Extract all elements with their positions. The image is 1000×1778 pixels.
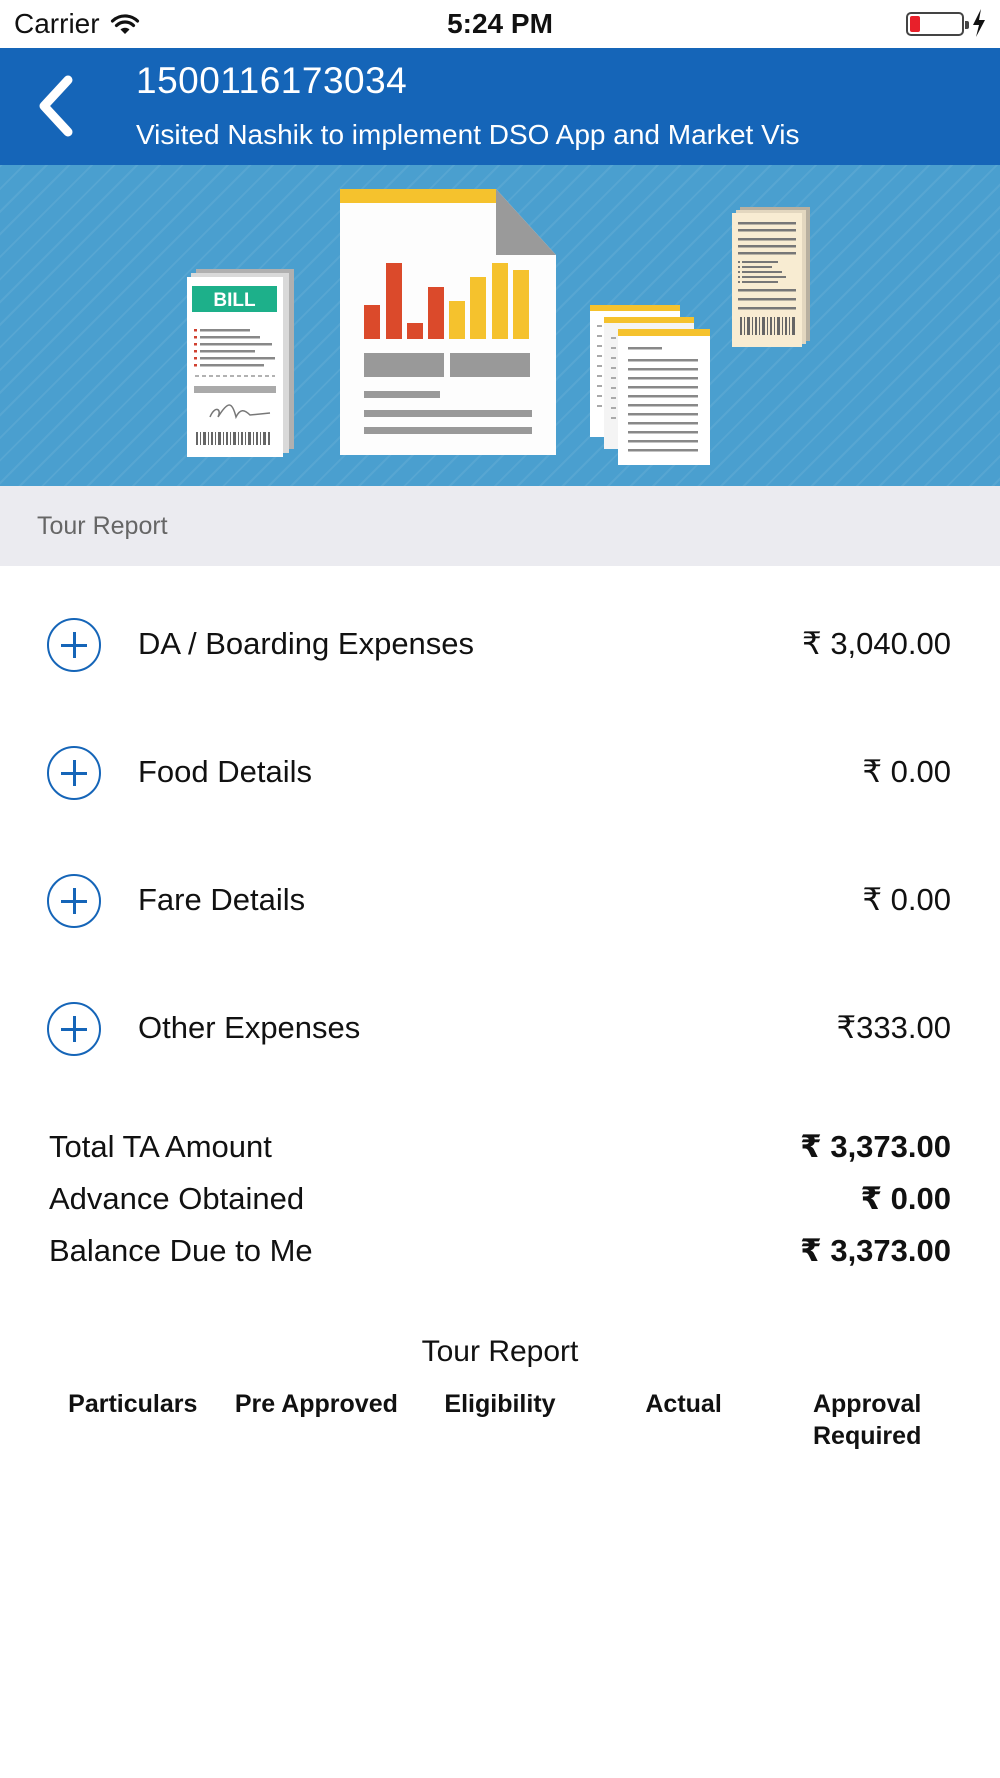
chevron-left-icon <box>39 75 73 137</box>
expense-amount: ₹ 3,040.00 <box>801 626 951 661</box>
expense-label: Other Expenses <box>138 1010 361 1045</box>
expense-label: DA / Boarding Expenses <box>138 626 475 661</box>
expense-row-fare[interactable]: Fare Details ₹ 0.00 <box>0 836 1000 964</box>
receipt-icon <box>732 207 810 347</box>
add-circle-icon[interactable] <box>47 1002 101 1056</box>
total-amount: ₹ 0.00 <box>860 1181 951 1216</box>
bill-document-icon: BILL <box>187 269 294 457</box>
total-amount: ₹ 3,373.00 <box>800 1129 951 1164</box>
nav-header: 1500116173034 Visited Nashik to implemen… <box>0 48 1000 165</box>
total-amount: ₹ 3,373.00 <box>800 1233 951 1268</box>
expense-label: Food Details <box>138 754 313 789</box>
expense-label: Fare Details <box>138 882 306 917</box>
add-circle-icon[interactable] <box>47 746 101 800</box>
section-header: Tour Report <box>0 486 1000 566</box>
receipts-stack-icon <box>590 305 710 465</box>
total-label: Total TA Amount <box>49 1129 272 1164</box>
report-document-icon <box>340 189 556 455</box>
battery-nub <box>965 21 969 29</box>
column-header-actual: Actual <box>645 1390 722 1418</box>
total-label: Advance Obtained <box>49 1181 305 1216</box>
page-subtitle: Visited Nashik to implement DSO App and … <box>136 119 800 150</box>
bill-label: BILL <box>213 290 256 311</box>
battery-level <box>910 16 920 32</box>
charging-bolt-icon <box>973 9 985 37</box>
add-circle-icon[interactable] <box>47 874 101 928</box>
battery-icon <box>906 12 969 36</box>
add-circle-icon[interactable] <box>47 618 101 672</box>
column-header-particulars: Particulars <box>68 1390 198 1418</box>
expense-row-food[interactable]: Food Details ₹ 0.00 <box>0 708 1000 836</box>
section-title: Tour Report <box>37 512 168 540</box>
report-table-title: Tour Report <box>421 1335 579 1368</box>
banner-illustration: BILL <box>0 165 1000 486</box>
status-bar: Carrier 5:24 PM <box>0 0 1000 48</box>
status-time: 5:24 PM <box>447 8 553 39</box>
expense-amount: ₹333.00 <box>836 1010 951 1045</box>
expense-amount: ₹ 0.00 <box>862 882 951 917</box>
column-header-eligibility: Eligibility <box>444 1390 556 1418</box>
column-header-pre-approved: Pre Approved <box>234 1390 398 1418</box>
balance-due-row: Balance Due to Me ₹ 3,373.00 <box>0 1227 1000 1279</box>
bills-and-report-illustration: BILL <box>187 189 810 465</box>
advance-obtained-row: Advance Obtained ₹ 0.00 <box>0 1175 1000 1227</box>
page-title: 1500116173034 <box>136 60 408 101</box>
expense-amount: ₹ 0.00 <box>862 754 951 789</box>
expense-row-da-boarding[interactable]: DA / Boarding Expenses ₹ 3,040.00 <box>0 580 1000 708</box>
total-label: Balance Due to Me <box>49 1233 313 1268</box>
total-ta-row: Total TA Amount ₹ 3,373.00 <box>0 1123 1000 1175</box>
report-table-header: Particulars Pre Approved Eligibility Act… <box>41 1388 959 1452</box>
back-button[interactable] <box>26 70 86 142</box>
expense-row-other[interactable]: Other Expenses ₹333.00 <box>0 964 1000 1092</box>
column-header-approval-required: Approval Required <box>812 1390 922 1450</box>
